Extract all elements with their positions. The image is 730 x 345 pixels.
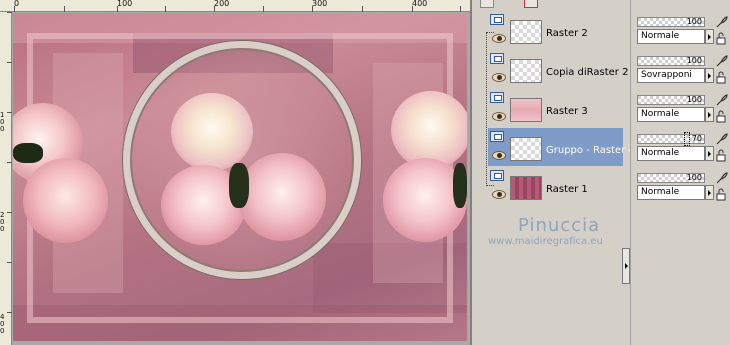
dropdown-arrow-icon[interactable] <box>705 185 714 200</box>
blend-mode-select[interactable]: Normale <box>637 107 705 122</box>
layer-name: Raster 2 <box>546 28 588 39</box>
lock-icon[interactable] <box>715 32 728 45</box>
layer-name: Gruppo - Raster 4 <box>546 145 635 156</box>
lock-icon[interactable] <box>715 71 728 84</box>
watermark-author: Pinuccia <box>518 215 601 236</box>
brush-icon[interactable] <box>715 15 729 29</box>
layer-name: Copia diRaster 2 <box>546 67 629 78</box>
raster-layer-icon <box>490 131 504 142</box>
opacity-slider[interactable]: 100 <box>637 56 705 66</box>
circle-frame <box>123 41 361 279</box>
brush-icon[interactable] <box>715 171 729 185</box>
opacity-value: 100 <box>686 56 702 65</box>
layer-name: Raster 3 <box>546 106 588 117</box>
dropdown-arrow-icon[interactable] <box>705 68 714 83</box>
brush-icon[interactable] <box>715 132 729 146</box>
visibility-eye-icon[interactable] <box>492 34 506 43</box>
layer-row-selected[interactable]: Gruppo - Raster 4 <box>488 128 635 166</box>
layer-props-row: 100 Normale <box>635 14 730 52</box>
layer-row[interactable]: Copia diRaster 2 <box>488 50 628 88</box>
layer-properties-column: 100 Normale 100 Sovrapponi 100 Normale 7… <box>630 0 730 345</box>
ruler-label: 0 <box>0 327 5 335</box>
layer-row[interactable]: Raster 3 <box>488 89 623 127</box>
brush-icon[interactable] <box>715 54 729 68</box>
lock-icon[interactable] <box>715 188 728 201</box>
new-layer-icon[interactable] <box>480 0 494 8</box>
lock-icon[interactable] <box>715 149 728 162</box>
blend-mode-select[interactable]: Normale <box>637 29 705 44</box>
layer-props-row: 70 Normale <box>635 131 730 169</box>
opacity-value: 70 <box>691 134 702 143</box>
blend-mode-select[interactable]: Normale <box>637 146 705 161</box>
dropdown-arrow-icon[interactable] <box>705 107 714 122</box>
artwork-image[interactable] <box>13 13 467 341</box>
dropdown-arrow-icon[interactable] <box>705 29 714 44</box>
blend-mode-select[interactable]: Sovrapponi <box>637 68 705 83</box>
layer-thumbnail <box>510 59 542 83</box>
layer-thumbnail <box>510 20 542 44</box>
opacity-slider[interactable]: 100 <box>637 173 705 183</box>
layer-thumbnail <box>510 176 542 200</box>
watermark-url: www.maidiregrafica.eu <box>488 236 603 247</box>
ruler-label: 300 <box>312 0 328 8</box>
image-canvas-window: 0 100 200 300 400 1 0 0 2 0 0 4 0 0 <box>0 0 470 345</box>
layers-toolbar <box>472 0 632 10</box>
layer-row[interactable]: Raster 1 <box>488 167 623 205</box>
blend-mode-select[interactable]: Normale <box>637 185 705 200</box>
horizontal-ruler: 0 100 200 300 400 <box>0 0 470 12</box>
visibility-eye-icon[interactable] <box>492 190 506 199</box>
layer-thumbnail <box>510 98 542 122</box>
visibility-eye-icon[interactable] <box>492 73 506 82</box>
dropdown-arrow-icon[interactable] <box>705 146 714 161</box>
raster-layer-icon <box>490 170 504 181</box>
raster-layer-icon <box>490 53 504 64</box>
layer-props-row: 100 Normale <box>635 92 730 130</box>
visibility-eye-icon[interactable] <box>492 112 506 121</box>
opacity-slider-thumb[interactable] <box>684 132 690 146</box>
brush-icon[interactable] <box>715 93 729 107</box>
opacity-slider[interactable]: 100 <box>637 17 705 27</box>
palette-expand-handle[interactable] <box>622 248 630 284</box>
vertical-ruler: 1 0 0 2 0 0 4 0 0 <box>0 12 12 345</box>
ruler-label: 100 <box>117 0 133 8</box>
layer-thumbnail <box>510 137 542 161</box>
ruler-label: 400 <box>412 0 428 8</box>
psp-workspace: 0 100 200 300 400 1 0 0 2 0 0 4 0 0 Rast… <box>0 0 730 345</box>
opacity-slider[interactable]: 100 <box>637 95 705 105</box>
lock-icon[interactable] <box>715 110 728 123</box>
opacity-value: 100 <box>686 95 702 104</box>
layer-props-row: 100 Sovrapponi <box>635 53 730 91</box>
ruler-label: 0 <box>0 225 5 233</box>
layer-props-row: 100 Normale <box>635 170 730 208</box>
visibility-eye-icon[interactable] <box>492 151 506 160</box>
layer-row[interactable]: Raster 2 <box>488 11 623 49</box>
opacity-slider[interactable]: 70 <box>637 132 705 146</box>
raster-layer-icon <box>490 14 504 25</box>
opacity-value: 100 <box>686 173 702 182</box>
opacity-value: 100 <box>686 17 702 26</box>
delete-layer-icon[interactable] <box>524 0 538 8</box>
raster-layer-icon <box>490 92 504 103</box>
ruler-label: 0 <box>0 125 5 133</box>
layer-name: Raster 1 <box>546 184 588 195</box>
ruler-label: 200 <box>214 0 230 8</box>
